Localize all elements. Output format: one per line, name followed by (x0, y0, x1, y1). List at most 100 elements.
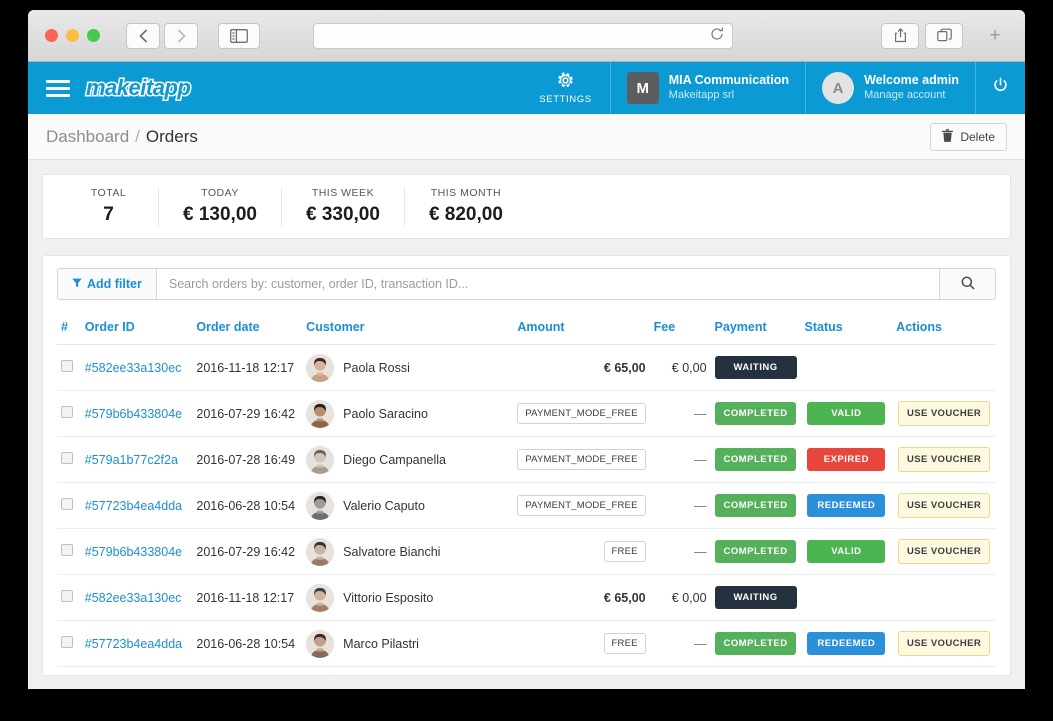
payment-cell: COMPLETED (710, 390, 801, 437)
customer-name: Paolo Saracino (343, 406, 428, 421)
order-id-cell: #57723b4ea4dda (80, 482, 193, 529)
payment-badge[interactable]: WAITING (714, 586, 797, 609)
order-date-cell: 2016-11-18 12:17 (192, 344, 303, 391)
payment-mode-tag: PAYMENT_MODE_FREE (517, 449, 646, 470)
hamburger-menu-icon[interactable] (46, 79, 70, 97)
new-tab-button[interactable]: + (977, 25, 1013, 47)
fee-empty: — (694, 498, 707, 513)
delete-button[interactable]: Delete (930, 122, 1007, 151)
status-cell (800, 574, 893, 621)
payment-badge[interactable]: COMPLETED (715, 632, 796, 655)
row-checkbox[interactable] (61, 360, 73, 372)
row-select-cell (57, 390, 81, 437)
stat-label: THIS WEEK (311, 187, 375, 199)
add-filter-button[interactable]: Add filter (58, 269, 157, 299)
customer-cell: Valerio Caputo (302, 482, 514, 529)
column-header-fee[interactable]: Fee (649, 312, 711, 345)
status-cell: VALID (800, 528, 893, 575)
payment-badge[interactable]: COMPLETED (715, 494, 796, 517)
amount-cell: PAYMENT_MODE_FREE (513, 390, 650, 437)
actions-cell: USE VOUCHER (892, 436, 996, 483)
status-cell: EXPIRED (800, 436, 893, 483)
use-voucher-button[interactable]: USE VOUCHER (898, 493, 991, 518)
payment-badge[interactable]: COMPLETED (715, 448, 796, 471)
column-header-payment[interactable]: Payment (710, 312, 801, 345)
order-id-link[interactable]: #57723b4ea4dda (85, 499, 182, 513)
order-id-cell: #57723b4ea4dda (80, 620, 193, 667)
breadcrumb-separator: / (135, 126, 140, 146)
row-checkbox[interactable] (61, 498, 73, 510)
account-menu[interactable]: A Welcome admin Manage account (805, 62, 975, 114)
sidebar-toggle-button[interactable] (218, 22, 260, 49)
search-button[interactable] (939, 269, 995, 299)
row-checkbox[interactable] (61, 636, 73, 648)
share-button[interactable] (881, 22, 919, 49)
show-tabs-button[interactable] (925, 22, 963, 49)
breadcrumb-dashboard[interactable]: Dashboard (46, 127, 129, 147)
maximize-window-button[interactable] (87, 29, 100, 42)
column-header-order-id[interactable]: Order ID (80, 312, 193, 345)
app-navbar: makeitapp SETTINGS M MIA Communication M… (28, 62, 1025, 114)
use-voucher-button[interactable]: USE VOUCHER (898, 401, 991, 426)
row-checkbox[interactable] (61, 544, 73, 556)
payment-badge[interactable]: COMPLETED (715, 540, 796, 563)
status-badge[interactable]: REDEEMED (807, 632, 886, 655)
customer-cell: Paolo Saracino (302, 390, 514, 437)
search-input[interactable] (156, 269, 939, 299)
settings-button[interactable]: SETTINGS (521, 62, 609, 114)
status-badge[interactable]: VALID (807, 402, 886, 425)
customer-name: Salvatore Bianchi (343, 544, 441, 559)
order-id-link[interactable]: #579b6b433804e (85, 407, 182, 421)
fee-cell: € 0,00 (649, 344, 711, 391)
close-window-button[interactable] (45, 29, 58, 42)
payment-badge[interactable]: WAITING (714, 356, 797, 379)
column-header-customer[interactable]: Customer (302, 312, 514, 345)
company-switcher[interactable]: M MIA Communication Makeitapp srl (609, 62, 805, 114)
use-voucher-button[interactable]: USE VOUCHER (898, 539, 991, 564)
row-checkbox[interactable] (61, 452, 73, 464)
fee-cell: — (649, 528, 711, 575)
table-row: #582ee33a130ec 2016-11-18 12:17 Vittorio… (57, 574, 996, 621)
company-name: MIA Communication (668, 73, 790, 88)
order-id-link[interactable]: #57723b4ea4dda (85, 637, 182, 651)
gear-icon (557, 71, 574, 92)
logout-button[interactable] (975, 62, 1025, 114)
payment-mode-tag: FREE (603, 633, 646, 654)
column-header-order-date[interactable]: Order date (192, 312, 303, 345)
row-checkbox[interactable] (61, 590, 73, 602)
column-header-index[interactable]: # (57, 312, 81, 345)
order-id-cell: #579b6b433804e (80, 390, 193, 437)
reload-icon[interactable] (710, 27, 724, 44)
add-filter-label: Add filter (87, 277, 142, 291)
brand-logo[interactable]: makeitapp (84, 74, 192, 102)
order-id-link[interactable]: #579a1b77c2f2a (85, 453, 178, 467)
customer-name: Valerio Caputo (343, 498, 425, 513)
actions-cell: USE VOUCHER (892, 390, 996, 437)
row-checkbox[interactable] (61, 406, 73, 418)
address-bar[interactable] (313, 22, 733, 49)
payment-badge[interactable]: COMPLETED (715, 402, 796, 425)
forward-button[interactable] (164, 22, 198, 49)
company-text: MIA Communication Makeitapp srl (669, 73, 789, 102)
back-button[interactable] (126, 22, 160, 49)
row-select-cell (57, 620, 81, 667)
stat-label: TOTAL (90, 187, 127, 199)
status-badge[interactable]: EXPIRED (807, 448, 886, 471)
orders-card: Add filter # Order ID Order da (42, 255, 1011, 676)
column-header-amount[interactable]: Amount (513, 312, 650, 345)
use-voucher-button[interactable]: USE VOUCHER (898, 447, 991, 472)
status-badge[interactable]: REDEEMED (807, 494, 886, 517)
minimize-window-button[interactable] (66, 29, 79, 42)
filter-bar: Add filter (57, 268, 996, 300)
customer-avatar (306, 399, 335, 428)
status-badge[interactable]: VALID (807, 540, 886, 563)
use-voucher-button[interactable]: USE VOUCHER (898, 631, 991, 656)
amount-cell: PAYMENT_MODE_FREE (513, 482, 650, 529)
fee-cell: € 0,00 (649, 574, 711, 621)
stat-this-week: THIS WEEK € 330,00 (282, 187, 405, 226)
order-id-link[interactable]: #579b6b433804e (85, 545, 182, 559)
order-id-link[interactable]: #582ee33a130ec (85, 591, 182, 605)
order-id-link[interactable]: #582ee33a130ec (85, 361, 182, 375)
funnel-icon (72, 277, 82, 291)
actions-cell: USE VOUCHER (892, 528, 996, 575)
